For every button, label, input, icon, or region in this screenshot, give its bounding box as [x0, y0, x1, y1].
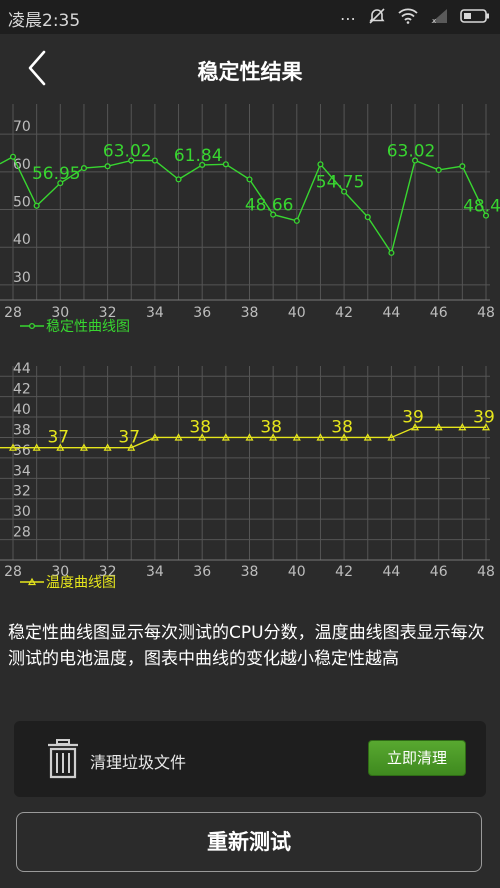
- y-tick-label: 30: [13, 270, 31, 286]
- data-point: [317, 161, 324, 168]
- y-tick-label: 70: [13, 119, 31, 135]
- x-tick-label: 36: [193, 305, 211, 321]
- x-tick-label: 40: [288, 305, 306, 321]
- x-tick-label: 38: [241, 564, 259, 580]
- y-tick-label: 38: [13, 422, 31, 438]
- y-tick-label: 40: [13, 402, 31, 418]
- data-label: 63.02: [387, 141, 436, 161]
- data-label: 39: [402, 407, 424, 427]
- data-point: [246, 176, 253, 183]
- data-label: 63.02: [103, 142, 152, 162]
- y-tick-label: 36: [13, 443, 31, 459]
- data-label: 54.75: [316, 173, 365, 193]
- data-point: [222, 161, 229, 168]
- legend-label: 稳定性曲线图: [46, 319, 130, 335]
- x-tick-label: 38: [241, 305, 259, 321]
- cleanup-label: 清理垃圾文件: [90, 753, 187, 772]
- y-tick-label: 34: [13, 463, 31, 479]
- x-tick-label: 40: [288, 564, 306, 580]
- data-label: 37: [118, 428, 140, 448]
- data-label: 38: [331, 417, 353, 437]
- wifi-icon: [398, 8, 418, 28]
- battery-icon: [460, 8, 490, 28]
- data-point: [435, 166, 442, 174]
- page-title: 稳定性结果: [197, 60, 303, 84]
- signal-icon: x: [430, 8, 448, 28]
- data-label: 48.4: [463, 197, 500, 217]
- x-tick-label: 48: [477, 305, 495, 321]
- data-point: [151, 157, 158, 164]
- data-label: 38: [260, 417, 282, 437]
- y-tick-label: 28: [13, 525, 31, 541]
- data-point: [104, 163, 111, 170]
- charts-area: 30 40 50 60 70 28 30 32 34 36 38 40 42 44 46 48 56.95 63.…: [0, 104, 500, 591]
- x-tick-label: 36: [193, 564, 211, 580]
- y-tick-label: 40: [13, 232, 31, 248]
- y-tick-label: 30: [13, 504, 31, 520]
- legend-marker: [28, 322, 36, 330]
- y-tick-label: 42: [13, 382, 31, 398]
- mute-icon: [368, 7, 386, 29]
- x-tick-label: 34: [146, 305, 164, 321]
- svg-text:x: x: [432, 17, 436, 24]
- status-bar: 凌晨2:35 ⋯ x: [0, 0, 500, 34]
- data-point: [364, 214, 371, 221]
- chart-stability: 304050607028 30 32 34 36 38 40 42 44 46 4856.9563.…: [0, 104, 500, 335]
- data-point: [175, 176, 182, 183]
- clean-now-button[interactable]: 立即清理: [368, 740, 466, 776]
- trash-icon: [46, 739, 80, 779]
- legend-label: 温度曲线图: [46, 575, 116, 591]
- y-tick-label: 32: [13, 484, 31, 500]
- data-point: [33, 202, 40, 209]
- status-time: 凌晨2:35: [8, 11, 81, 31]
- app-bar: 稳定性结果: [0, 34, 500, 104]
- more-dots-icon: ⋯: [340, 8, 356, 28]
- chart-description: 稳定性曲线图显示每次测试的CPU分数，温度曲线图表显示每次测试的电池温度，图表中…: [8, 623, 485, 669]
- x-tick-label: 44: [382, 564, 400, 580]
- x-tick-label: 42: [335, 305, 353, 321]
- x-tick-label: 28: [4, 564, 22, 580]
- x-tick-label: 34: [146, 564, 164, 580]
- data-point: [293, 217, 300, 224]
- cleanup-card: 清理垃圾文件 立即清理: [14, 721, 486, 797]
- retest-button[interactable]: 重新测试: [16, 812, 482, 872]
- x-tick-label: 28: [4, 305, 22, 321]
- chart-temperature: 28303234363840424428 30 32 34 36 38 40 42 44 46 48…: [0, 361, 495, 591]
- y-tick-label: 60: [13, 157, 31, 173]
- data-label: 39: [473, 407, 495, 427]
- data-label: 38: [189, 417, 211, 437]
- data-point: [459, 163, 466, 170]
- x-tick-label: 48: [477, 564, 495, 580]
- x-tick-label: 42: [335, 564, 353, 580]
- data-label: 48.66: [245, 196, 294, 216]
- y-tick-label: 44: [13, 361, 31, 377]
- x-tick-label: 46: [430, 305, 448, 321]
- y-tick-label: 50: [13, 195, 31, 211]
- status-icons: ⋯ x: [340, 7, 490, 29]
- data-point: [80, 165, 87, 172]
- x-tick-label: 46: [430, 564, 448, 580]
- data-label: 56.95: [32, 164, 81, 184]
- x-tick-label: 44: [382, 305, 400, 321]
- data-point: [9, 153, 17, 160]
- data-point: [388, 249, 395, 256]
- data-label: 37: [47, 428, 69, 448]
- data-label: 61.84: [174, 146, 223, 166]
